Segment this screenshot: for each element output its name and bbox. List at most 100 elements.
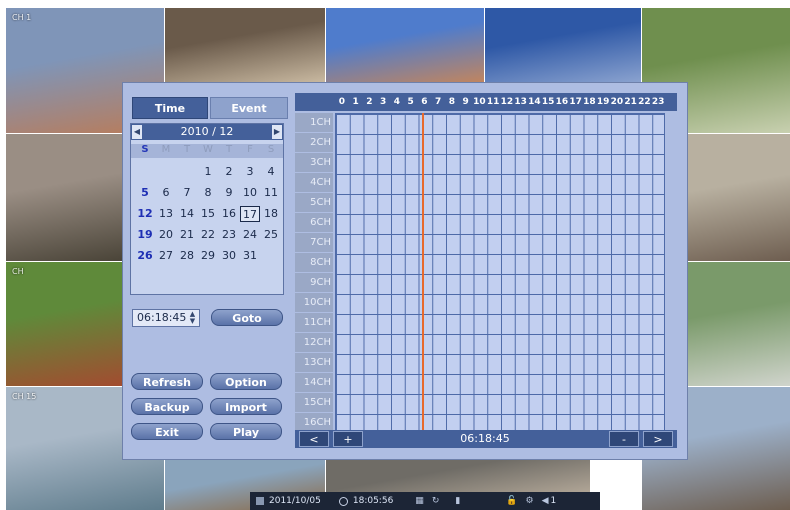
hour-label: 10 [473,97,486,107]
hour-label: 1 [352,97,359,107]
calendar-day[interactable]: 5 [135,185,155,201]
refresh-icon[interactable]: ↻ [432,496,440,506]
hdd-icon: ▮ [455,496,461,506]
camera-tile[interactable] [6,134,122,261]
camera-tile[interactable] [165,8,325,82]
camera-tile[interactable] [688,134,790,261]
weekday-label: M [161,144,171,155]
calendar-day[interactable]: 1 [198,164,218,180]
layout-icon[interactable]: ▦ [415,496,424,506]
channel-label[interactable]: 4CH [295,173,333,192]
calendar-day[interactable]: 13 [156,206,176,222]
prev-month-button[interactable]: ◀ [132,125,142,139]
status-time: 18:05:56 [352,496,394,506]
calendar-day[interactable]: 10 [240,185,260,201]
calendar-day[interactable]: 24 [240,227,260,243]
weekday-label: T [225,144,233,155]
calendar-day[interactable]: 20 [156,227,176,243]
calendar-day[interactable]: 25 [261,227,281,243]
calendar-day[interactable]: 8 [198,185,218,201]
goto-button[interactable]: Goto [211,309,283,326]
channel-label[interactable]: 3CH [295,153,333,172]
hour-label: 16 [555,97,569,107]
hour-label: 19 [596,97,610,107]
calendar-day[interactable]: 27 [156,248,176,264]
calendar-day[interactable]: 26 [135,248,155,264]
channel-label[interactable]: 14CH [295,373,333,392]
tab-time[interactable]: Time [132,97,208,119]
camera-tile[interactable]: CH [6,262,122,386]
hour-label: 3 [379,97,387,107]
calendar-day[interactable]: 16 [219,206,239,222]
zoom-in-button[interactable]: + [333,431,363,447]
calendar-day[interactable]: 21 [177,227,197,243]
calendar-day[interactable]: 29 [198,248,218,264]
calendar-day[interactable]: 19 [135,227,155,243]
zoom-out-button[interactable]: - [609,431,639,447]
channel-label[interactable]: 8CH [295,253,333,272]
camera-tile[interactable] [485,8,641,82]
weekday-label: W [203,144,213,155]
timeline-cells[interactable] [335,113,665,433]
calendar-day[interactable]: 2 [219,164,239,180]
calendar-day[interactable]: 6 [156,185,176,201]
option-button[interactable]: Option [210,373,282,390]
calendar-day[interactable]: 4 [261,164,281,180]
calendar-day[interactable]: 31 [240,248,260,264]
left-panel: Time Event ◀ 2010 / 12 ▶ SMTWTFS 1234567… [127,87,288,455]
hour-label: 4 [393,97,400,107]
camera-label: CH [12,267,24,276]
timeline-current-time: 06:18:45 [460,432,510,445]
hour-label: 18 [583,97,596,107]
camera-tile[interactable] [326,460,590,492]
calendar-day[interactable]: 23 [219,227,239,243]
tab-event[interactable]: Event [210,97,288,119]
hour-label: 2 [366,97,373,107]
channel-label[interactable]: 9CH [295,273,333,292]
next-button[interactable]: > [643,431,673,447]
calendar-day[interactable]: 9 [219,185,239,201]
calendar-day[interactable]: 14 [177,206,197,222]
channel-label[interactable]: 11CH [295,313,333,332]
time-input[interactable]: 06:18:45 ▲ ▼ [132,309,200,327]
calendar-day[interactable]: 15 [198,206,218,222]
camera-tile[interactable] [688,262,790,386]
calendar-day[interactable]: 17 [240,206,260,222]
hour-label: 21 [624,97,637,107]
calendar-day[interactable]: 12 [135,206,155,222]
channel-label[interactable]: 6CH [295,213,333,232]
channel-label[interactable]: 7CH [295,233,333,252]
calendar-day[interactable]: 7 [177,185,197,201]
calendar-day[interactable]: 3 [240,164,260,180]
time-spinner[interactable]: ▲ ▼ [188,311,197,325]
prev-button[interactable]: < [299,431,329,447]
channel-label[interactable]: 2CH [295,133,333,152]
network-icon: ⚙ [525,496,534,506]
calendar-day[interactable]: 28 [177,248,197,264]
hour-label: 20 [610,97,624,107]
calendar-icon [256,497,264,505]
backup-button[interactable]: Backup [131,398,203,415]
hour-label: 6 [421,97,428,107]
calendar-day[interactable]: 22 [198,227,218,243]
channel-label[interactable]: 1CH [295,113,333,132]
hour-label: 9 [462,97,469,107]
calendar-day[interactable]: 11 [261,185,281,201]
channel-label[interactable]: 13CH [295,353,333,372]
hour-label: 0 [338,97,345,107]
calendar-day[interactable]: 30 [219,248,239,264]
channel-label[interactable]: 12CH [295,333,333,352]
channel-label[interactable]: 10CH [295,293,333,312]
next-month-button[interactable]: ▶ [272,125,282,139]
import-button[interactable]: Import [210,398,282,415]
timeline-grid: 0 1 2 3 4 5 6 7 8 9 10 11 12 13 14 15 16 17 18 19 20 21 22 23 1… [295,93,677,433]
channel-label[interactable]: 5CH [295,193,333,212]
play-button[interactable]: Play [210,423,282,440]
current-time-marker[interactable] [421,113,424,433]
calendar-day[interactable]: 18 [261,206,281,222]
hour-label: 14 [528,97,541,107]
refresh-button[interactable]: Refresh [131,373,203,390]
channel-label[interactable]: 15CH [295,393,333,412]
exit-button[interactable]: Exit [131,423,203,440]
camera-tile[interactable] [326,8,484,82]
